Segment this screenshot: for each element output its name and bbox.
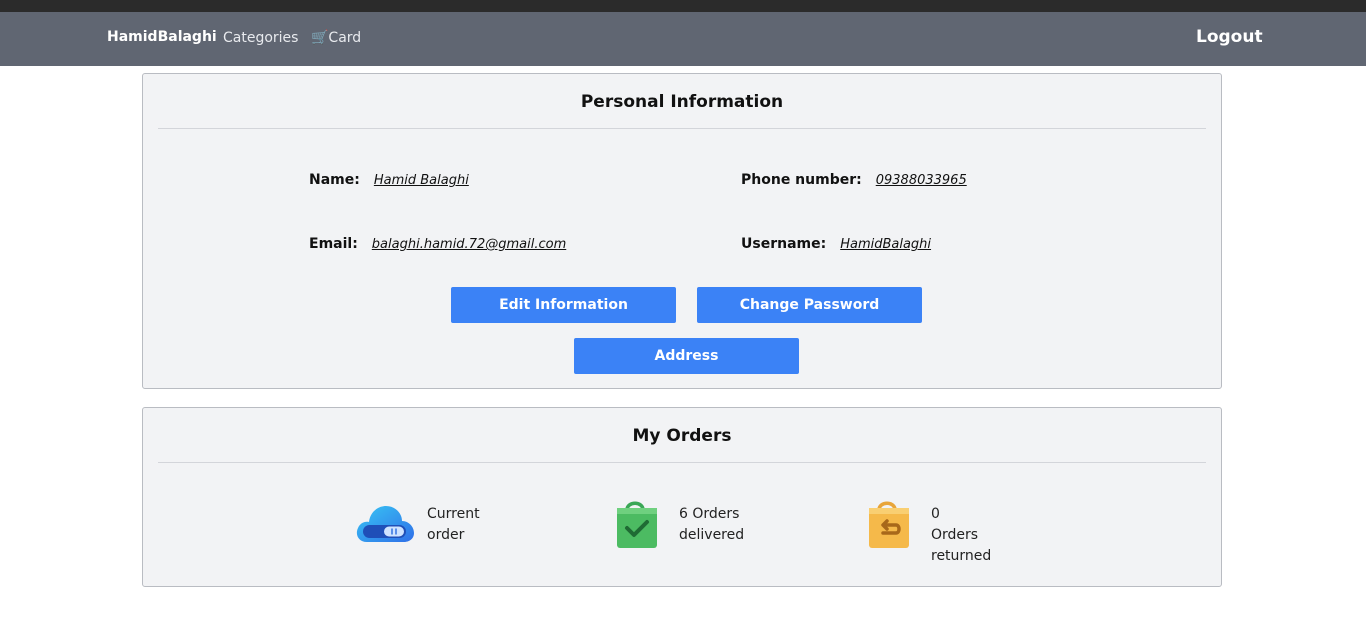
name-value: Hamid Balaghi — [373, 173, 469, 188]
email-value: balaghi.hamid.72@gmail.com — [371, 237, 567, 252]
my-orders-title: My Orders — [632, 426, 732, 446]
personal-information-panel: Personal Information Name: Hamid Balaghi … — [142, 73, 1222, 389]
phone-label: Phone number: — [741, 172, 862, 188]
divider — [158, 462, 1206, 463]
email-label: Email: — [309, 236, 358, 252]
delivered-orders-line1: 6 Orders — [679, 506, 740, 522]
divider — [158, 128, 1206, 129]
phone-field: Phone number: 09388033965 — [741, 172, 967, 188]
username-value: HamidBalaghi — [840, 237, 932, 252]
change-password-button[interactable]: Change Password — [697, 287, 922, 323]
email-field: Email: balaghi.hamid.72@gmail.com — [309, 236, 566, 252]
name-label: Name: — [309, 172, 360, 188]
nav-card[interactable]: 🛒Card — [311, 30, 361, 46]
returned-orders-text: 0 Orders returned — [931, 504, 991, 567]
shopping-bag-check-icon — [617, 501, 657, 548]
delivered-orders-line2: delivered — [679, 527, 745, 543]
personal-information-title: Personal Information — [580, 92, 784, 112]
edit-information-button[interactable]: Edit Information — [451, 287, 676, 323]
delivered-orders-text: 6 Orders delivered — [679, 504, 744, 546]
username-label: Username: — [741, 236, 827, 252]
current-order-line2: order — [427, 527, 465, 543]
username-field: Username: HamidBalaghi — [741, 236, 931, 252]
nav-categories[interactable]: Categories — [223, 30, 298, 46]
current-order-line1: Current — [427, 506, 480, 522]
phone-value: 09388033965 — [875, 173, 967, 188]
address-button[interactable]: Address — [574, 338, 799, 374]
my-orders-panel: My Orders Current order 6 Orders deliver… — [142, 407, 1222, 587]
cloud-toggle-icon — [356, 506, 414, 542]
returned-orders-line2: returned — [931, 548, 992, 564]
returned-orders-line1: 0 Orders — [931, 506, 979, 543]
logout-link[interactable]: Logout — [1196, 27, 1263, 47]
current-order-text: Current order — [427, 504, 480, 546]
name-field: Name: Hamid Balaghi — [309, 172, 469, 188]
navbar: HamidBalaghi Categories 🛒Card Logout — [0, 12, 1366, 66]
shopping-bag-return-icon — [869, 501, 909, 548]
brand-link[interactable]: HamidBalaghi — [107, 29, 217, 45]
browser-top-strip — [0, 0, 1366, 12]
